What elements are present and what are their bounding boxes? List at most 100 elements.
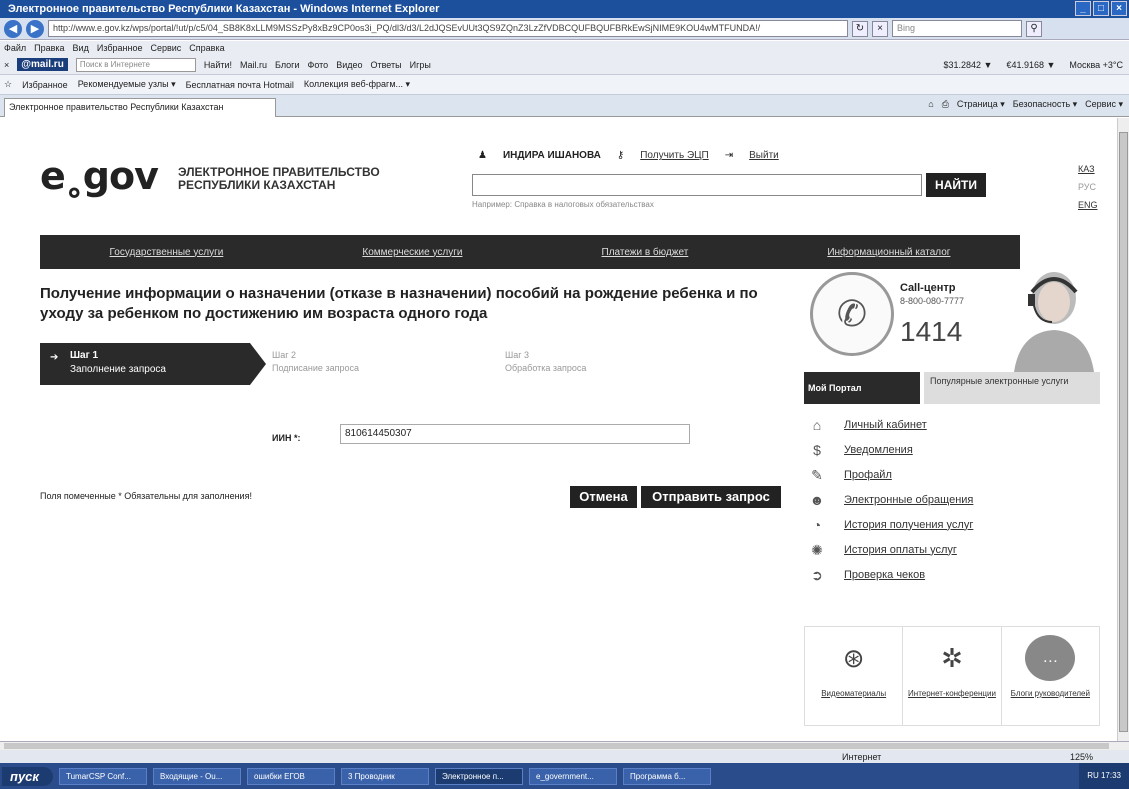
lang-kaz[interactable]: КАЗ bbox=[1078, 164, 1098, 174]
search-icon[interactable]: ⚲ bbox=[1026, 20, 1042, 37]
menu-help[interactable]: Справка bbox=[189, 41, 224, 55]
star-icon[interactable]: ☆ bbox=[4, 79, 12, 90]
logout-link[interactable]: Выйти bbox=[749, 150, 779, 161]
list-item[interactable]: ✺ История оплаты услуг bbox=[808, 537, 1098, 562]
mailru-logo[interactable]: @mail.ru bbox=[17, 58, 68, 71]
back-icon[interactable]: ◀ bbox=[4, 19, 22, 38]
tab-my-portal[interactable]: Мой Портал bbox=[804, 372, 920, 404]
pencil-icon: ✎ bbox=[811, 466, 823, 483]
close-window-button[interactable]: × bbox=[1111, 1, 1127, 16]
call-center: ✆ Call-центр 8-800-080-7777 1414 bbox=[808, 262, 1098, 372]
start-button[interactable]: пуск bbox=[2, 766, 53, 786]
h-scroll-thumb[interactable] bbox=[4, 743, 1109, 749]
refresh-icon[interactable]: ↻ bbox=[852, 20, 868, 37]
list-item[interactable]: ➲ Проверка чеков bbox=[808, 562, 1098, 587]
phone-icon: ✆ bbox=[810, 272, 894, 356]
favorites-button[interactable]: Избранное bbox=[22, 80, 68, 90]
nav-commercial-services[interactable]: Коммерческие услуги bbox=[362, 247, 462, 258]
e-appeals-link[interactable]: Электронные обращения bbox=[844, 494, 973, 506]
notifications-link[interactable]: Уведомления bbox=[844, 444, 913, 456]
zoom-level[interactable]: 125% bbox=[1070, 752, 1093, 762]
forward-icon[interactable]: ▶ bbox=[26, 19, 44, 38]
url-input[interactable]: http://www.e.gov.kz/wps/portal/!ut/p/c5/… bbox=[48, 20, 848, 37]
lang-rus[interactable]: РУС bbox=[1078, 182, 1098, 192]
menu-file[interactable]: Файл bbox=[4, 41, 26, 55]
mailru-photo-link[interactable]: Фото bbox=[308, 60, 329, 70]
weather[interactable]: Москва +3°C bbox=[1069, 60, 1123, 70]
mailru-find-button[interactable]: Найти! bbox=[204, 60, 232, 70]
step-2-label: Подписание запроса bbox=[272, 363, 359, 373]
check-receipts-link[interactable]: Проверка чеков bbox=[844, 569, 925, 581]
tagline-line-2: РЕСПУБЛИКИ КАЗАХСТАН bbox=[178, 178, 336, 192]
video-label[interactable]: Видеоматериалы bbox=[821, 689, 886, 699]
service-history-link[interactable]: История получения услуг bbox=[844, 519, 973, 531]
taskbar-item[interactable]: TumarCSP Conf... bbox=[59, 767, 147, 785]
profile-link[interactable]: Профайл bbox=[844, 469, 892, 481]
taskbar-item-active[interactable]: Электронное п... bbox=[435, 767, 523, 785]
toolbar-close-icon[interactable]: × bbox=[4, 60, 9, 70]
scroll-thumb[interactable] bbox=[1119, 132, 1128, 732]
maximize-button[interactable]: □ bbox=[1093, 1, 1109, 16]
cancel-button[interactable]: Отмена bbox=[570, 486, 637, 508]
nav-gov-services[interactable]: Государственные услуги bbox=[110, 247, 224, 258]
taskbar-item[interactable]: Входящие - Ou... bbox=[153, 767, 241, 785]
media-blogs[interactable]: … Блоги руководителей bbox=[1002, 627, 1099, 725]
vertical-scrollbar[interactable] bbox=[1117, 118, 1129, 741]
window-title: Электронное правительство Республики Каз… bbox=[8, 3, 440, 15]
iin-field[interactable]: 810614450307 bbox=[340, 424, 690, 444]
fav-item-hotmail[interactable]: Бесплатная почта Hotmail bbox=[186, 80, 294, 90]
home-icon: ⌂ bbox=[812, 416, 822, 433]
minimize-button[interactable]: _ bbox=[1075, 1, 1091, 16]
site-search-input[interactable] bbox=[472, 174, 922, 196]
tab-row: Электронное правительство Республики Каз… bbox=[0, 95, 1129, 117]
browser-search-input[interactable]: Bing bbox=[892, 20, 1022, 37]
mailru-video-link[interactable]: Видео bbox=[336, 60, 362, 70]
step-arrow-shape bbox=[250, 343, 266, 385]
mailru-blogs-link[interactable]: Блоги bbox=[275, 60, 299, 70]
horizontal-scrollbar[interactable] bbox=[0, 742, 1129, 750]
menu-tools[interactable]: Сервис bbox=[150, 41, 181, 55]
egov-logo[interactable]: e˳gov bbox=[40, 154, 159, 198]
list-item[interactable]: ✎ Профайл bbox=[808, 462, 1098, 487]
stop-icon[interactable]: × bbox=[872, 20, 888, 37]
browser-tab-active[interactable]: Электронное правительство Республики Каз… bbox=[4, 98, 276, 117]
cmd-tools[interactable]: Сервис ▾ bbox=[1085, 99, 1123, 110]
list-item[interactable]: ☻ Электронные обращения bbox=[808, 487, 1098, 512]
security-zone: Интернет bbox=[842, 752, 882, 762]
personal-cabinet-link[interactable]: Личный кабинет bbox=[844, 419, 927, 431]
mailru-mail-link[interactable]: Mail.ru bbox=[240, 60, 267, 70]
lang-eng[interactable]: ENG bbox=[1078, 200, 1098, 210]
get-eds-link[interactable]: Получить ЭЦП bbox=[640, 150, 709, 161]
system-tray-clock[interactable]: RU 17:33 bbox=[1079, 763, 1129, 789]
media-video[interactable]: ⊛ Видеоматериалы bbox=[805, 627, 904, 725]
list-item[interactable]: ◔ История получения услуг bbox=[808, 512, 1098, 537]
menu-view[interactable]: Вид bbox=[73, 41, 89, 55]
list-item[interactable]: ⌂ Личный кабинет bbox=[808, 412, 1098, 437]
conferences-label[interactable]: Интернет-конференции bbox=[908, 689, 996, 699]
taskbar-item[interactable]: Программа б... bbox=[623, 767, 711, 785]
mailru-search-input[interactable]: Поиск в Интернете bbox=[75, 57, 196, 72]
find-button[interactable]: НАЙТИ bbox=[926, 173, 986, 197]
fav-item-suggested[interactable]: Рекомендуемые узлы ▾ bbox=[78, 79, 176, 90]
fav-item-webslices[interactable]: Коллекция веб-фрагм... ▾ bbox=[304, 79, 410, 90]
tab-popular-services[interactable]: Популярные электронные услуги bbox=[924, 372, 1100, 404]
list-item[interactable]: $ Уведомления bbox=[808, 437, 1098, 462]
taskbar-item[interactable]: e_government... bbox=[529, 767, 617, 785]
cmd-security[interactable]: Безопасность ▾ bbox=[1013, 99, 1077, 110]
submit-request-button[interactable]: Отправить запрос bbox=[641, 486, 781, 508]
menu-edit[interactable]: Правка bbox=[34, 41, 64, 55]
taskbar-item[interactable]: 3 Проводник bbox=[341, 767, 429, 785]
blogs-label[interactable]: Блоги руководителей bbox=[1011, 689, 1090, 699]
taskbar-item[interactable]: ошибки ЕГОВ bbox=[247, 767, 335, 785]
nav-info-catalog[interactable]: Информационный каталог bbox=[827, 247, 950, 258]
media-conferences[interactable]: ✲ Интернет-конференции bbox=[903, 627, 1002, 725]
menu-favorites[interactable]: Избранное bbox=[97, 41, 143, 55]
cmd-page[interactable]: Страница ▾ bbox=[957, 99, 1005, 110]
mailru-games-link[interactable]: Игры bbox=[410, 60, 431, 70]
nav-budget-payments[interactable]: Платежи в бюджет bbox=[602, 247, 689, 258]
mailru-answers-link[interactable]: Ответы bbox=[370, 60, 401, 70]
payment-history-link[interactable]: История оплаты услуг bbox=[844, 544, 957, 556]
step-2: Шаг 2 Подписание запроса bbox=[272, 349, 359, 375]
print-icon[interactable]: ⎙ bbox=[942, 99, 949, 110]
home-icon[interactable]: ⌂ bbox=[928, 99, 933, 110]
